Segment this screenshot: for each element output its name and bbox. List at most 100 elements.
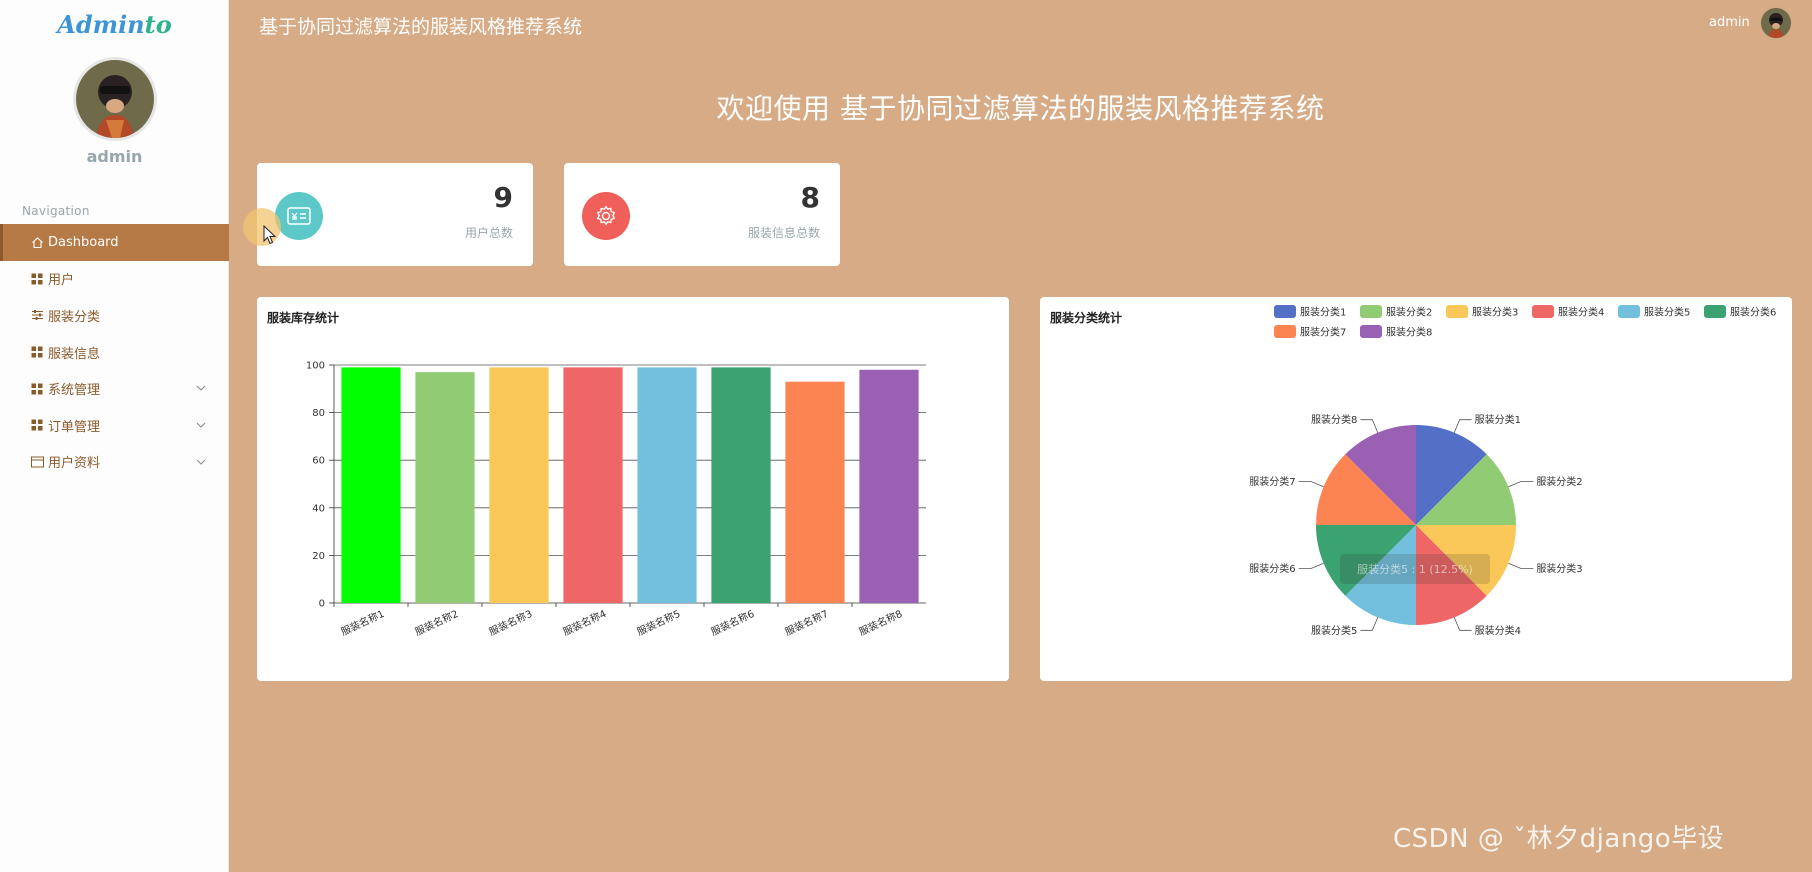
sidebar-item-dashboard[interactable]: Dashboard: [0, 224, 229, 261]
nav-title: Navigation: [22, 204, 90, 218]
watermark: CSDN @ ˇ林夕django毕设: [1393, 824, 1725, 854]
slice-label: 服装分类7: [1249, 475, 1295, 488]
slice-label: 服装分类2: [1536, 475, 1582, 488]
home-icon: [30, 235, 44, 249]
legend-label: 服装分类2: [1386, 306, 1432, 319]
bar-6: [711, 367, 771, 603]
logo[interactable]: Adminto: [0, 10, 229, 39]
slice-label: 服装分类8: [1311, 413, 1357, 426]
grid-icon: [30, 345, 44, 359]
header-username[interactable]: admin: [1709, 15, 1750, 30]
bar-8: [859, 369, 919, 603]
y-tick-label: 100: [306, 361, 325, 372]
sidebar-item-user-profile[interactable]: 用户资料: [0, 444, 229, 481]
legend-swatch: [1446, 305, 1468, 318]
x-tick-label: 服装名称4: [561, 607, 609, 638]
sidebar: Adminto admin Navigation Dashboard 用户 服装…: [0, 0, 229, 872]
y-tick-label: 0: [319, 599, 325, 610]
mouse-cursor-icon: [263, 224, 277, 249]
sidebar-item-label: 服装分类: [48, 309, 101, 325]
bar-2: [415, 372, 475, 603]
legend-label: 服装分类3: [1472, 306, 1518, 319]
slice-label: 服装分类1: [1475, 413, 1521, 426]
header-avatar[interactable]: [1760, 7, 1792, 39]
legend-swatch: [1274, 325, 1296, 338]
sidebar-item-clothing-category[interactable]: 服装分类: [0, 297, 229, 334]
legend-label: 服装分类8: [1386, 326, 1432, 339]
slice-label: 服装分类4: [1475, 624, 1521, 637]
sidebar-item-label: 服装信息: [48, 346, 101, 362]
sidebar-item-label: 订单管理: [48, 419, 101, 435]
grid-icon: [30, 418, 44, 432]
grid-icon: [30, 382, 44, 396]
avatar[interactable]: [73, 57, 157, 141]
slice-label: 服装分类3: [1536, 562, 1582, 575]
sidebar-item-label: 系统管理: [48, 383, 101, 399]
slice-label: 服装分类6: [1249, 562, 1295, 575]
label-line: [1298, 562, 1324, 570]
bar-3: [489, 367, 549, 603]
label-line: [1508, 562, 1534, 570]
x-tick-label: 服装名称5: [635, 607, 683, 638]
y-tick-label: 80: [312, 408, 325, 419]
legend-swatch: [1704, 305, 1726, 318]
header-title: 基于协同过滤算法的服装风格推荐系统: [259, 16, 583, 38]
sidebar-item-label: 用户资料: [48, 456, 101, 472]
bar-chart-card: 服装库存统计 0 20 40 60 80 100 服装名称1 服装名称2 服装名称3 服装名称4 服…: [257, 297, 1009, 681]
legend-swatch: [1274, 305, 1296, 318]
gear-icon: [582, 192, 630, 240]
pie-chart-card: 服装分类统计 服装分类1 服装分类2 服装分类3 服装分类4 服装分类5 服装分类6 服装分…: [1040, 297, 1792, 681]
sidebar-item-label: Dashboard: [48, 234, 119, 250]
chevron-down-icon: [195, 456, 207, 468]
stat-value: 9: [493, 181, 513, 214]
legend-swatch: [1618, 305, 1640, 318]
sidebar-item-users[interactable]: 用户: [0, 261, 229, 298]
label-line: [1360, 617, 1379, 631]
legend-swatch: [1360, 325, 1382, 338]
grid-icon: [30, 272, 44, 286]
x-tick-label: 服装名称3: [487, 607, 535, 638]
tooltip-text: 服装分类5 : 1 (12.5%): [1357, 562, 1473, 576]
legend-swatch: [1360, 305, 1382, 318]
legend-swatch: [1532, 305, 1554, 318]
bar-chart: 0 20 40 60 80 100 服装名称1 服装名称2 服装名称3 服装名称4 服装名称5 服装名…: [306, 361, 926, 638]
label-line: [1508, 480, 1534, 488]
x-tick-label: 服装名称8: [857, 607, 905, 638]
sliders-icon: [30, 308, 44, 322]
bar-5: [637, 367, 697, 603]
card-icon: [30, 455, 44, 469]
sidebar-item-order-management[interactable]: 订单管理: [0, 407, 229, 444]
stat-card-users: 9 用户总数: [257, 163, 533, 266]
legend-label: 服装分类6: [1730, 306, 1776, 319]
legend-label: 服装分类4: [1558, 306, 1604, 319]
label-line: [1360, 419, 1379, 433]
sidebar-item-label: 用户: [48, 273, 75, 289]
label-line: [1298, 480, 1324, 488]
slice-label: 服装分类5: [1311, 624, 1357, 637]
legend-label: 服装分类5: [1644, 306, 1690, 319]
chevron-down-icon: [195, 382, 207, 394]
stat-label: 服装信息总数: [747, 226, 820, 240]
stat-label: 用户总数: [464, 226, 513, 240]
label-line: [1453, 617, 1472, 631]
bar-4: [563, 367, 623, 603]
id-card-icon: [275, 192, 323, 240]
chevron-down-icon: [195, 419, 207, 431]
pie-chart: 服装分类1 服装分类2 服装分类3 服装分类4 服装分类5 服装分类6 服装分类7 服装分类8…: [1249, 305, 1776, 637]
welcome-heading: 欢迎使用 基于协同过滤算法的服装风格推荐系统: [716, 92, 1325, 125]
x-tick-label: 服装名称2: [413, 607, 461, 638]
x-tick-label: 服装名称1: [339, 607, 387, 638]
sidebar-item-clothing-info[interactable]: 服装信息: [0, 334, 229, 371]
sidebar-nav: Dashboard 用户 服装分类 服装信息 系统管理 订单管理 用户资料: [0, 224, 229, 480]
bar-1: [341, 367, 401, 603]
stat-value: 8: [800, 181, 820, 214]
label-line: [1453, 419, 1472, 433]
x-tick-label: 服装名称7: [783, 607, 831, 638]
stat-card-clothing: 8 服装信息总数: [564, 163, 840, 266]
y-tick-label: 40: [312, 503, 325, 514]
legend-label: 服装分类7: [1300, 326, 1346, 339]
bar-7: [785, 381, 845, 603]
y-tick-label: 60: [312, 456, 325, 467]
legend-label: 服装分类1: [1300, 306, 1346, 319]
sidebar-item-system-management[interactable]: 系统管理: [0, 370, 229, 407]
